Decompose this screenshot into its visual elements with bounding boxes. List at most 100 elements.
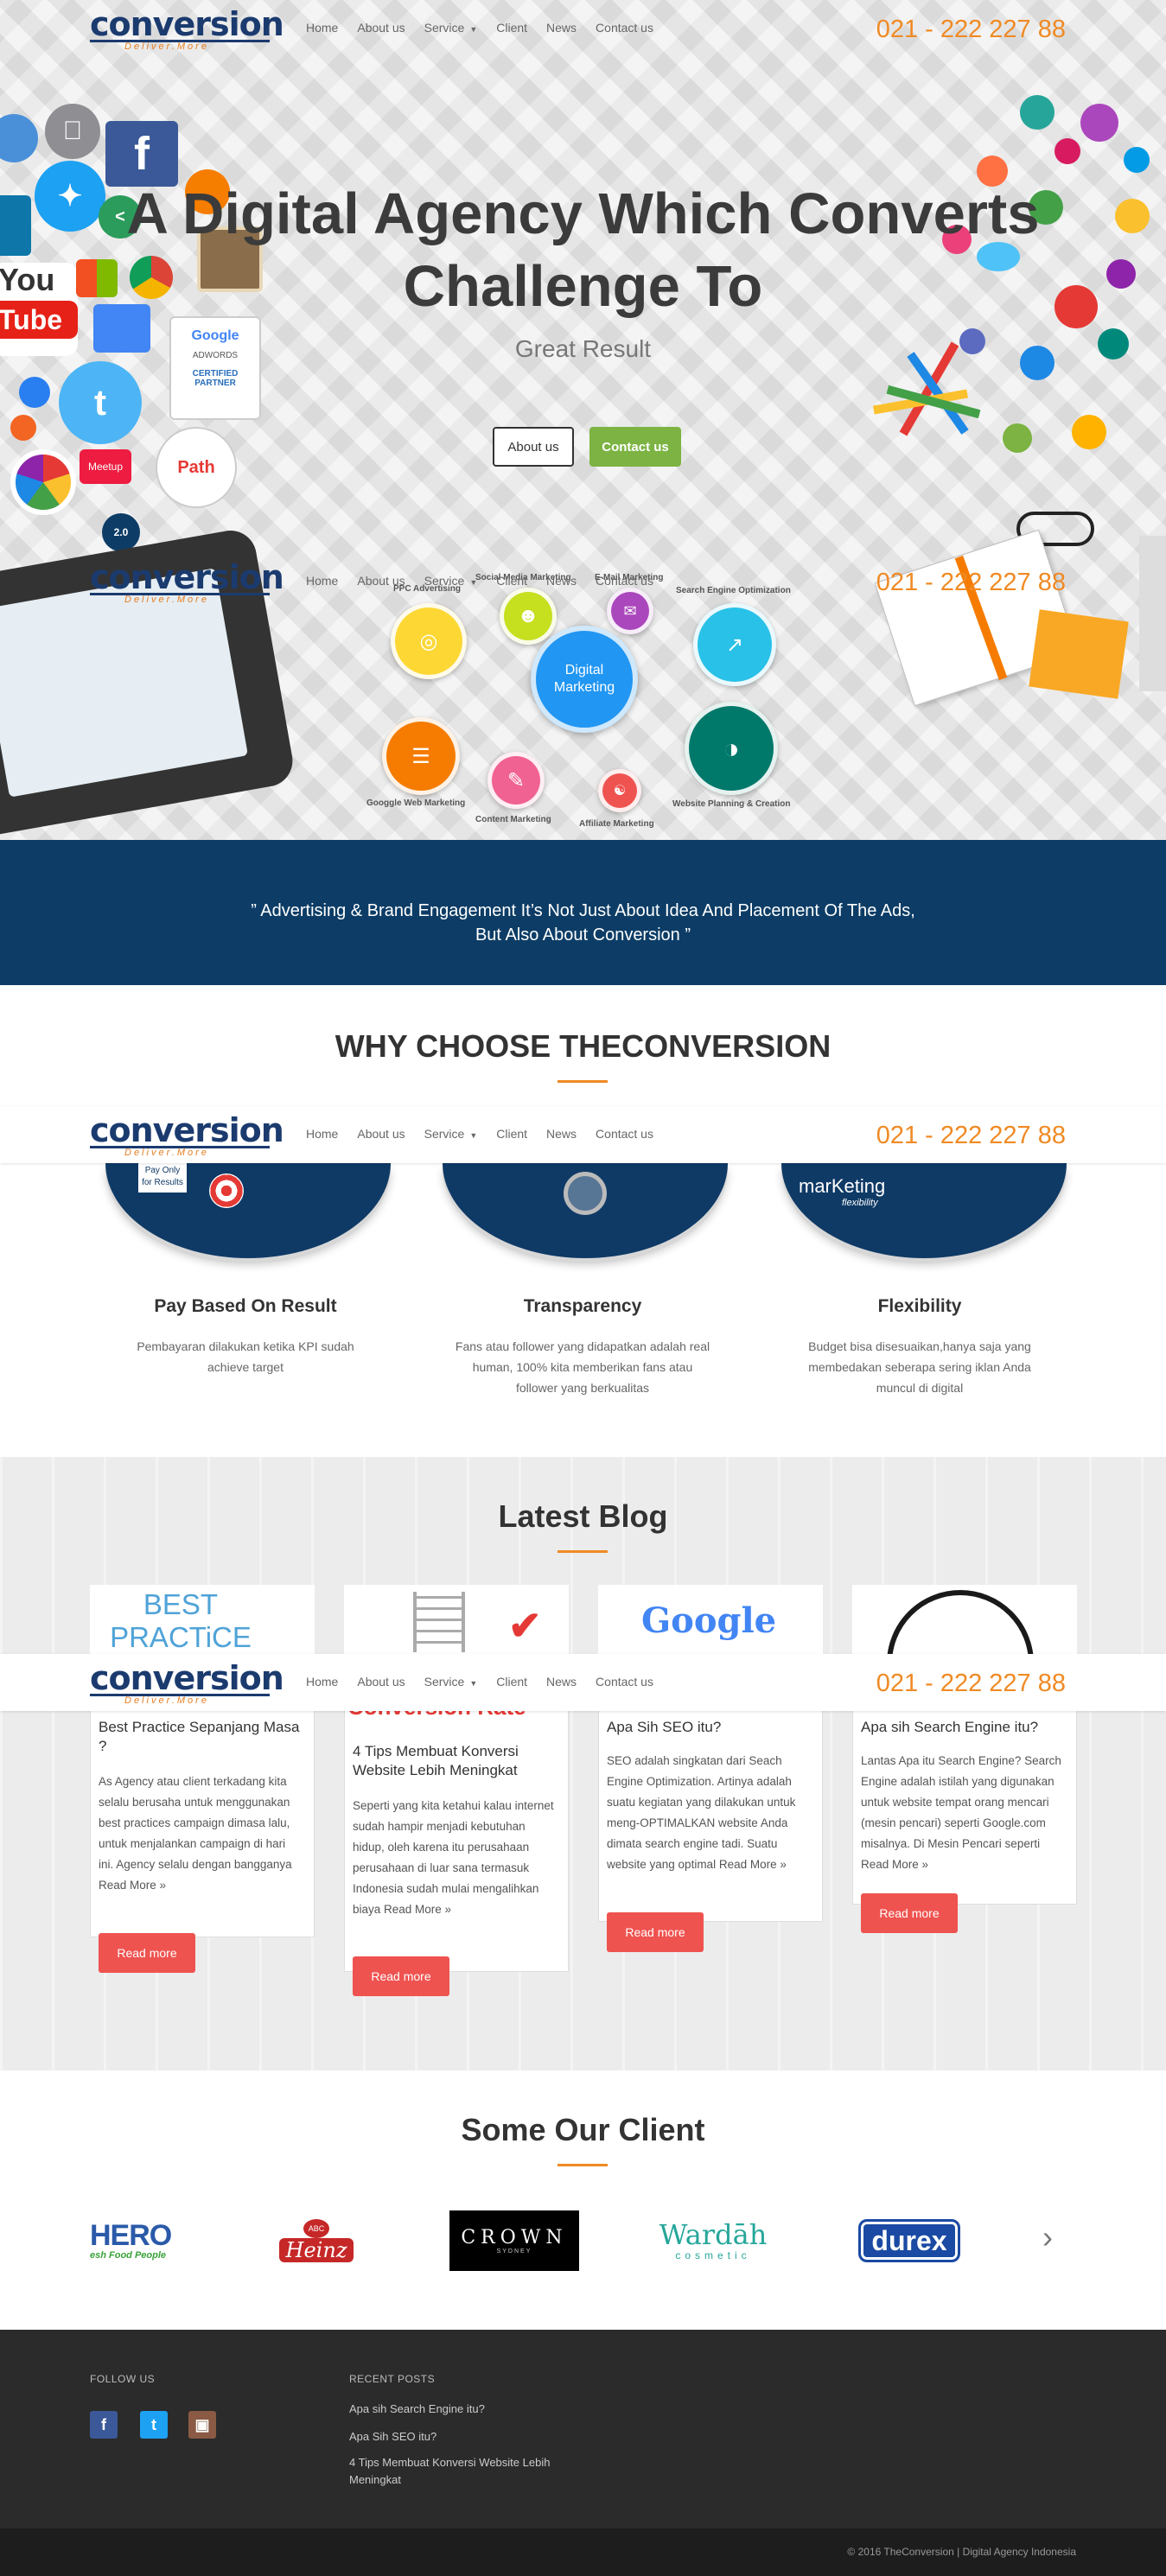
blog-thumb-seo[interactable]: Google — [598, 1585, 823, 1654]
nav-home[interactable]: Home — [306, 1675, 338, 1689]
pay-based-on-result-image: Pay Only for Results — [105, 1163, 391, 1258]
clients-title: Some Our Client — [461, 2112, 705, 2147]
blog-post-excerpt: Seperti yang kita ketahui kalau internet… — [353, 1799, 554, 1916]
hero-logo-tagline: esh Food People — [90, 2250, 167, 2261]
recent-posts-heading: RECENT POSTS — [349, 2373, 436, 2385]
read-more-button[interactable]: Read more — [353, 1956, 449, 1996]
logo-tagline: Deliver.More — [124, 595, 209, 605]
magnifier-icon — [887, 1590, 1034, 1654]
blog-section: Latest Blog BEST PRACTiCE Best Practice … — [0, 1457, 1166, 2070]
read-more-button[interactable]: Read more — [99, 1933, 195, 1973]
client-logo-wardah[interactable]: Wardāh cosmetic — [648, 2210, 778, 2271]
globe-icon — [1020, 95, 1054, 130]
nav-client[interactable]: Client — [496, 1127, 527, 1141]
nav-contact-us[interactable]: Contact us — [596, 1127, 653, 1141]
hero-subtitle: Great Result — [514, 335, 652, 362]
heinz-logo-text: Heinz — [278, 2238, 354, 2262]
nav-service[interactable]: Service ▼ — [424, 574, 478, 588]
web20-icon: 2.0 — [102, 513, 140, 551]
quote-line1: ” Advertising & Brand Engagement It’s No… — [251, 901, 915, 920]
site-header-top: conversion Deliver.More Home About us Se… — [0, 0, 1166, 57]
recent-post-link[interactable]: 4 Tips Membuat Konversi Website Lebih Me… — [349, 2454, 600, 2489]
nav-news[interactable]: News — [546, 1675, 577, 1689]
blog-post-title[interactable]: Apa Sih SEO itu? — [607, 1718, 811, 1737]
twitter-icon[interactable]: t — [140, 2411, 168, 2439]
nav-contact-us[interactable]: Contact us — [596, 574, 653, 588]
digital-marketing-center: Digital Marketing — [531, 626, 638, 733]
nav-service-label: Service — [424, 1127, 465, 1141]
blog-post-excerpt: SEO adalah singkatan dari Seach Engine O… — [607, 1754, 796, 1871]
blog-post-excerpt: Lantas Apa itu Search Engine? Search Eng… — [861, 1754, 1061, 1871]
logo-tagline: Deliver.More — [124, 1148, 209, 1158]
blog-post-title[interactable]: Best Practice Sepanjang Masa ? — [99, 1718, 303, 1756]
site-header-sticky-blog: conversion Deliver.More Home About us Se… — [0, 1654, 1166, 1711]
nav-client[interactable]: Client — [496, 1675, 527, 1689]
nav-about-us[interactable]: About us — [357, 21, 405, 35]
nav-home[interactable]: Home — [306, 21, 338, 35]
nav-home[interactable]: Home — [306, 1127, 338, 1141]
feature-text-transparency: Fans atau follower yang didapatkan adala… — [455, 1339, 710, 1395]
nav-news[interactable]: News — [546, 574, 577, 588]
marketing-word: marKeting — [799, 1175, 886, 1197]
client-logo-durex[interactable]: durex — [847, 2210, 972, 2271]
nav-about-us[interactable]: About us — [357, 1127, 405, 1141]
nav-about-us[interactable]: About us — [357, 574, 405, 588]
read-more-button[interactable]: Read more — [861, 1893, 958, 1933]
nav-contact-us[interactable]: Contact us — [596, 1675, 653, 1689]
crown-logo-text: CROWN — [461, 2227, 568, 2248]
nav-client[interactable]: Client — [496, 574, 527, 588]
footer-bottom-bar: © 2016 TheConversion | Digital Agency In… — [0, 2528, 1166, 2576]
hero-buttons: About us Contact us — [493, 427, 681, 467]
title-underline — [558, 2164, 608, 2166]
site-logo[interactable]: conversion Deliver.More — [90, 1114, 284, 1158]
about-us-button[interactable]: About us — [493, 427, 574, 467]
affiliate-marketing-icon: ☯ — [598, 769, 641, 812]
apple-icon:  — [45, 104, 100, 159]
hero-title: A Digital Agency Which Converts Challeng… — [0, 178, 1166, 323]
hero-section:  f ✦ < You Tube Google ADWORDS CERTIFIE… — [0, 0, 1166, 840]
blog-post-title[interactable]: 4 Tips Membuat Konversi Website Lebih Me… — [353, 1742, 557, 1780]
blog-thumb-conversion-rate[interactable]: ✔ — [344, 1585, 569, 1654]
blog-post-title[interactable]: Apa sih Search Engine itu? — [861, 1718, 1065, 1737]
leaf-icon — [1003, 423, 1032, 453]
site-logo[interactable]: conversion Deliver.More — [90, 1662, 284, 1706]
nav-service[interactable]: Service ▼ — [424, 1127, 478, 1141]
nav-home[interactable]: Home — [306, 574, 338, 588]
facebook-icon[interactable]: f — [90, 2411, 118, 2439]
nav-service[interactable]: Service ▼ — [424, 1675, 478, 1689]
recent-post-link[interactable]: Apa sih Search Engine itu? — [349, 2401, 600, 2418]
client-logo-hero[interactable]: HERO esh Food People — [90, 2210, 194, 2271]
marketing-flexibility-sign: marKeting flexibility — [799, 1175, 885, 1208]
nav-news[interactable]: News — [546, 21, 577, 35]
chevron-down-icon: ▼ — [469, 578, 478, 587]
nav-client[interactable]: Client — [496, 21, 527, 35]
nav-service[interactable]: Service ▼ — [424, 21, 478, 35]
read-more-button[interactable]: Read more — [607, 1912, 704, 1952]
feature-title-pay: Pay Based On Result — [154, 1296, 337, 1316]
nav-about-us[interactable]: About us — [357, 1675, 405, 1689]
affiliate-marketing-label: Affiliate Marketing — [579, 819, 654, 829]
why-choose-title: WHY CHOOSE THECONVERSION — [335, 1028, 831, 1064]
nav-contact-us[interactable]: Contact us — [596, 21, 653, 35]
client-logo-heinz[interactable]: ABC Heinz — [278, 2210, 354, 2271]
contact-us-button[interactable]: Contact us — [589, 427, 681, 467]
site-logo[interactable]: conversion Deliver.More — [90, 561, 284, 605]
recent-post-link[interactable]: Apa Sih SEO itu? — [349, 2428, 600, 2446]
site-logo[interactable]: conversion Deliver.More — [90, 8, 284, 52]
ppc-advertising-icon: ◎ — [391, 603, 467, 679]
sticky-note-illustration — [1029, 609, 1129, 699]
pay-only-sign-line1: Pay Only — [144, 1166, 181, 1175]
carousel-next-icon[interactable]: › — [1042, 2219, 1053, 2255]
blog-title: Latest Blog — [498, 1498, 668, 1534]
path-icon: Path — [156, 427, 237, 508]
blog-thumb-best-practice[interactable]: BEST PRACTiCE — [90, 1585, 315, 1654]
nav-news[interactable]: News — [546, 1127, 577, 1141]
feature-title-flexibility: Flexibility — [877, 1296, 962, 1316]
client-logo-crown[interactable]: CROWN SYDNEY — [449, 2210, 579, 2271]
instagram-icon[interactable]: ▣ — [188, 2411, 216, 2439]
blog-thumb-search-engine[interactable] — [852, 1585, 1077, 1654]
site-header-overlay-hero: conversion Deliver.More Home About us Se… — [0, 553, 1166, 610]
header-phone: 021 - 222 227 88 — [876, 16, 1066, 43]
content-marketing-label: Content Marketing — [475, 815, 551, 824]
rss-icon — [10, 415, 36, 441]
